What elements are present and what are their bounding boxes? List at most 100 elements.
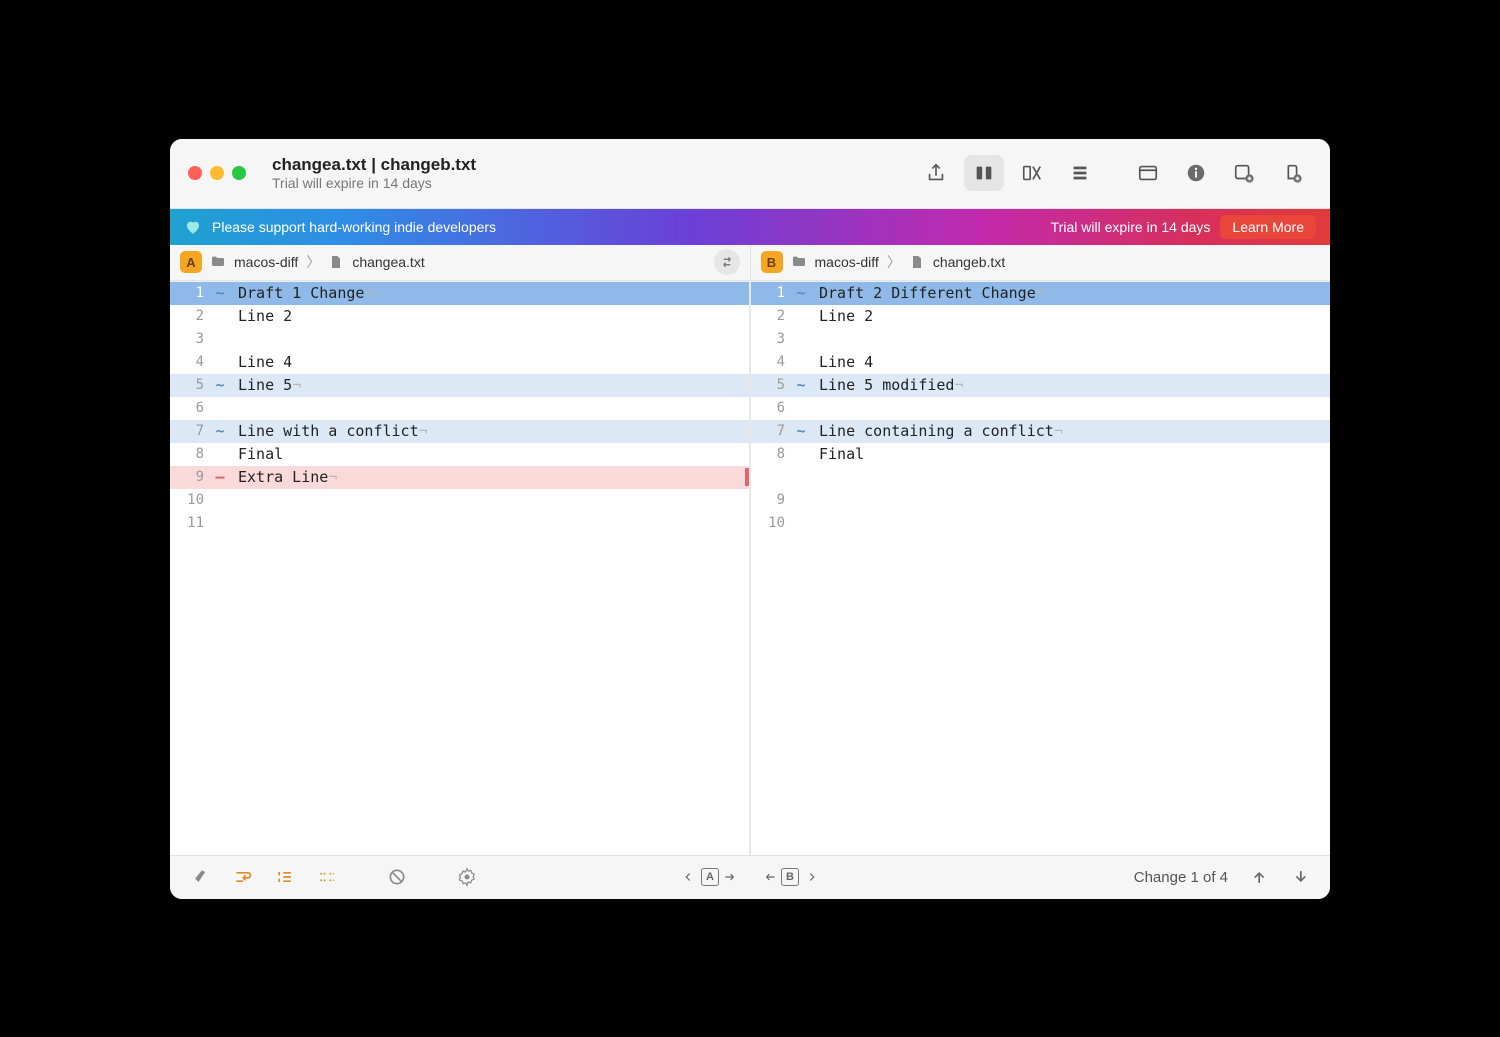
line-number: 10 bbox=[170, 492, 210, 508]
window-title: changea.txt | changeb.txt bbox=[272, 155, 906, 175]
diff-line[interactable]: 9—Extra Line¬ bbox=[170, 466, 749, 489]
learn-more-button[interactable]: Learn More bbox=[1220, 215, 1316, 239]
diff-marker: ~ bbox=[791, 422, 811, 440]
next-change-button[interactable] bbox=[1284, 862, 1316, 892]
line-text: Line 5 modified¬ bbox=[811, 376, 1330, 394]
line-text: Extra Line¬ bbox=[230, 468, 749, 486]
line-text: Line containing a conflict¬ bbox=[811, 422, 1330, 440]
add-left-button[interactable] bbox=[1224, 155, 1264, 191]
chevron-right-icon: 〉 bbox=[306, 252, 320, 272]
diff-line[interactable]: 8 Final bbox=[170, 443, 749, 466]
diff-line[interactable]: 3 bbox=[751, 328, 1330, 351]
diff-line[interactable]: 1~Draft 1 Change¬ bbox=[170, 282, 749, 305]
line-text: Final bbox=[230, 445, 749, 463]
diff-marker: — bbox=[210, 468, 230, 486]
diff-line[interactable]: 11 bbox=[170, 512, 749, 535]
diff-line[interactable]: 7~Line with a conflict¬ bbox=[170, 420, 749, 443]
diff-line[interactable]: 10 bbox=[751, 512, 1330, 535]
diff-line[interactable]: 7~Line containing a conflict¬ bbox=[751, 420, 1330, 443]
line-text: Line 5¬ bbox=[230, 376, 749, 394]
path-bar: A macos-diff 〉 changea.txt B macos-diff … bbox=[170, 245, 1330, 281]
line-number: 1 bbox=[170, 285, 210, 301]
path-left[interactable]: A macos-diff 〉 changea.txt bbox=[170, 245, 751, 280]
line-text: Line 4 bbox=[811, 353, 1330, 371]
line-number: 6 bbox=[751, 400, 791, 416]
line-number: 4 bbox=[751, 354, 791, 370]
diff-line[interactable]: 5~Line 5¬ bbox=[170, 374, 749, 397]
view-side-by-side-button[interactable] bbox=[964, 155, 1004, 191]
side-badge-a: A bbox=[180, 251, 202, 273]
copy-to-right-button[interactable]: A bbox=[701, 868, 739, 886]
diff-line[interactable]: 4 Line 4 bbox=[751, 351, 1330, 374]
line-number: 1 bbox=[751, 285, 791, 301]
line-number: 2 bbox=[751, 308, 791, 324]
diff-line[interactable]: 8Final bbox=[751, 443, 1330, 466]
view-inline-button[interactable] bbox=[1012, 155, 1052, 191]
add-right-button[interactable] bbox=[1272, 155, 1312, 191]
titlebar: changea.txt | changeb.txt Trial will exp… bbox=[170, 139, 1330, 209]
diff-line[interactable]: 5~Line 5 modified¬ bbox=[751, 374, 1330, 397]
line-text: Line 2 bbox=[230, 307, 749, 325]
path-right-file: changeb.txt bbox=[933, 254, 1005, 270]
folder-icon bbox=[210, 254, 226, 270]
info-button[interactable] bbox=[1176, 155, 1216, 191]
zoom-window-button[interactable] bbox=[232, 166, 246, 180]
next-change-b-button[interactable] bbox=[805, 870, 819, 884]
diff-line[interactable]: 1~Draft 2 Different Change¬ bbox=[751, 282, 1330, 305]
paint-format-button[interactable] bbox=[184, 862, 218, 892]
view-stacked-button[interactable] bbox=[1060, 155, 1100, 191]
window-controls bbox=[188, 166, 246, 180]
bottom-bar: A B Change 1 of 4 bbox=[170, 855, 1330, 899]
diff-pane-right[interactable]: 1~Draft 2 Different Change¬2Line 2 3 4 Line… bbox=[751, 282, 1330, 855]
diff-marker: ~ bbox=[791, 284, 811, 302]
line-number: 6 bbox=[170, 400, 210, 416]
line-number: 3 bbox=[751, 331, 791, 347]
side-badge-b: B bbox=[761, 251, 783, 273]
file-icon bbox=[328, 254, 344, 270]
line-number: 2 bbox=[170, 308, 210, 324]
diff-marker: ~ bbox=[210, 376, 230, 394]
diff-line[interactable]: 2Line 2 bbox=[751, 305, 1330, 328]
diff-marker: ~ bbox=[791, 376, 811, 394]
diff-pane-left[interactable]: 1~Draft 1 Change¬ 2 Line 2 3 4 Line 4 5~Line 5… bbox=[170, 282, 751, 855]
diff-line[interactable] bbox=[751, 466, 1330, 489]
filter-button[interactable] bbox=[380, 862, 414, 892]
window-subtitle: Trial will expire in 14 days bbox=[272, 175, 906, 191]
line-number: 8 bbox=[751, 446, 791, 462]
diff-line[interactable]: 6 bbox=[751, 397, 1330, 420]
diff-line[interactable]: 3 bbox=[170, 328, 749, 351]
title-block: changea.txt | changeb.txt Trial will exp… bbox=[272, 155, 906, 191]
settings-button[interactable] bbox=[450, 862, 484, 892]
window-mode-button[interactable] bbox=[1128, 155, 1168, 191]
line-number: 7 bbox=[751, 423, 791, 439]
diff-line[interactable]: 4 Line 4 bbox=[170, 351, 749, 374]
diff-line[interactable]: 10 bbox=[170, 489, 749, 512]
minimize-window-button[interactable] bbox=[210, 166, 224, 180]
line-number: 8 bbox=[170, 446, 210, 462]
swap-sides-button[interactable] bbox=[714, 249, 740, 275]
promo-trial-text: Trial will expire in 14 days bbox=[1051, 219, 1211, 235]
share-button[interactable] bbox=[916, 155, 956, 191]
wrap-lines-button[interactable] bbox=[226, 862, 260, 892]
path-right[interactable]: B macos-diff 〉 changeb.txt bbox=[751, 245, 1331, 280]
promo-message: Please support hard-working indie develo… bbox=[212, 219, 496, 235]
folder-icon bbox=[791, 254, 807, 270]
chevron-right-icon: 〉 bbox=[887, 252, 901, 272]
whitespace-button[interactable] bbox=[310, 862, 344, 892]
line-text: Line 4 bbox=[230, 353, 749, 371]
toolbar bbox=[916, 155, 1312, 191]
line-number: 5 bbox=[170, 377, 210, 393]
prev-change-a-button[interactable] bbox=[681, 870, 695, 884]
line-number: 4 bbox=[170, 354, 210, 370]
diff-line[interactable]: 2 Line 2 bbox=[170, 305, 749, 328]
heart-icon bbox=[184, 218, 202, 236]
line-number: 7 bbox=[170, 423, 210, 439]
line-number: 10 bbox=[751, 515, 791, 531]
line-numbers-button[interactable] bbox=[268, 862, 302, 892]
prev-change-button[interactable] bbox=[1244, 862, 1276, 892]
close-window-button[interactable] bbox=[188, 166, 202, 180]
copy-to-left-button[interactable]: B bbox=[761, 868, 799, 886]
diff-line[interactable]: 6 bbox=[170, 397, 749, 420]
line-number: 5 bbox=[751, 377, 791, 393]
diff-line[interactable]: 9 bbox=[751, 489, 1330, 512]
